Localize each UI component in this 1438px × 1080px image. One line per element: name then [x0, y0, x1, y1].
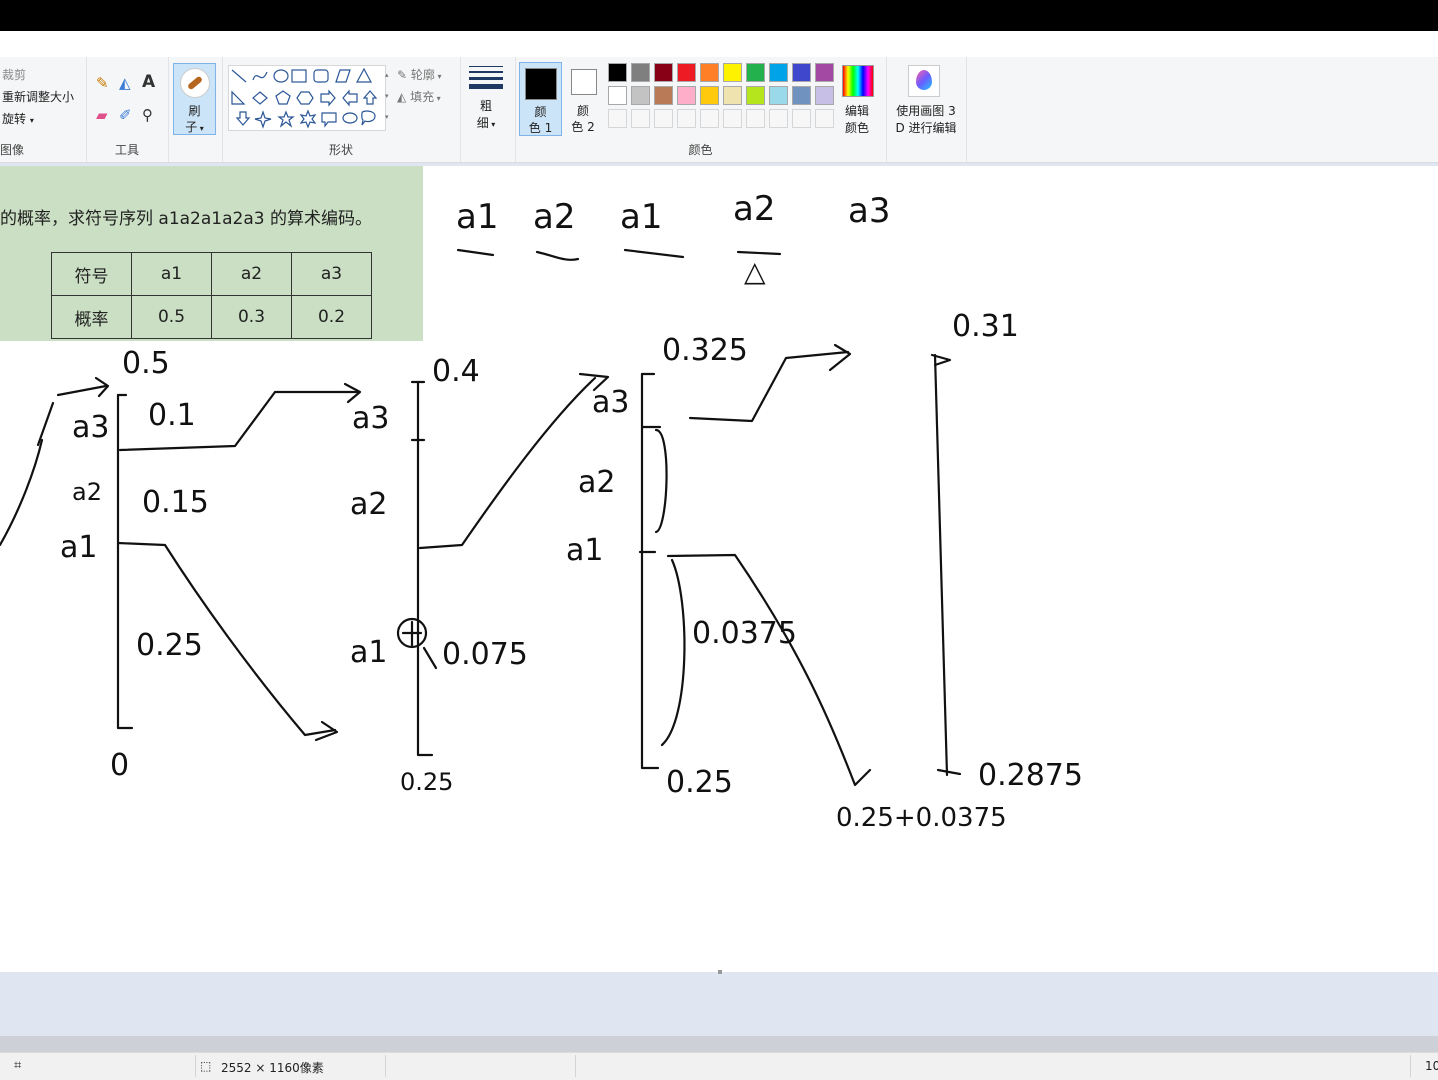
image-dimensions: 2552 × 1160像素	[221, 1061, 324, 1075]
col1-a1: a1	[60, 530, 97, 565]
col1-w2: 0.15	[142, 485, 209, 520]
col2-top: 0.4	[432, 354, 480, 389]
triangle-mark: △	[744, 255, 766, 288]
status-bar: ⌗ ⬚ 2552 × 1160像素 10	[0, 1052, 1438, 1080]
col2-w1: 0.075	[442, 637, 528, 672]
col4-top: 0.31	[952, 309, 1019, 344]
col3-a3: a3	[592, 385, 629, 420]
column-2-labels: 0.4 0.25 a3 a2 a1 0.075	[350, 354, 528, 796]
sequence-symbol: a3	[848, 191, 890, 231]
sequence-symbol: a2	[733, 189, 775, 229]
col3-a2: a2	[578, 465, 615, 500]
col3-a1: a1	[566, 533, 603, 568]
zoom-level: 10	[1425, 1059, 1438, 1073]
sequence-symbol: a1	[456, 197, 498, 237]
col3-top: 0.325	[662, 333, 748, 368]
selection-size-icon: ⬚	[200, 1059, 212, 1073]
column-1-labels: 0.5 0 a3 a2 a1 0.1 0.15 0.25	[60, 346, 209, 783]
sequence-symbol: a2	[533, 197, 575, 237]
col1-top: 0.5	[122, 346, 170, 381]
col1-a2: a2	[72, 478, 102, 506]
col3-w1: 0.0375	[692, 616, 797, 651]
col1-bottom: 0	[110, 748, 129, 783]
col3-sum: 0.25+0.0375	[836, 803, 1007, 833]
handwriting-layer: a1 a2 a1 a2 a3 △ 0.5 0 a3 a2 a1 0.1 0.15…	[0, 189, 1083, 833]
col4-bottom: 0.2875	[978, 758, 1083, 793]
col1-a3: a3	[72, 410, 109, 445]
cursor-position-icon: ⌗	[14, 1058, 22, 1073]
ink-text: a1 a2 a1 a2 a3	[456, 189, 890, 237]
col2-a3: a3	[352, 401, 389, 436]
col1-w3: 0.1	[148, 398, 196, 433]
horizontal-scrollbar[interactable]	[0, 1036, 1438, 1052]
column-4-labels: 0.31 0.2875	[952, 309, 1083, 793]
col1-w1: 0.25	[136, 628, 203, 663]
col2-a2: a2	[350, 487, 387, 522]
col3-bottom: 0.25	[666, 765, 733, 800]
col2-a1: a1	[350, 635, 387, 670]
sequence-symbol: a1	[620, 197, 662, 237]
col2-bottom: 0.25	[400, 768, 453, 796]
